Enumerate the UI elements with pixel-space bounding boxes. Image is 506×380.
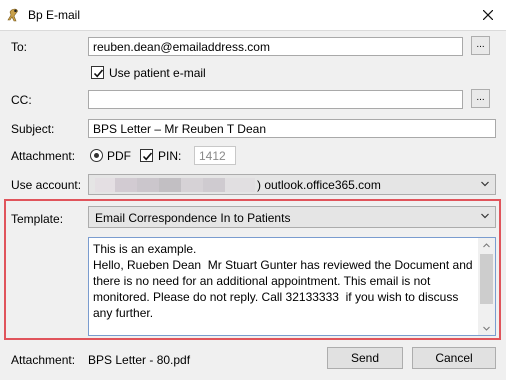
- cc-browse-button[interactable]: ...: [471, 89, 490, 108]
- template-label: Template:: [11, 212, 64, 226]
- pin-checkbox[interactable]: [140, 149, 153, 162]
- account-select[interactable]: ) outlook.office365.com: [88, 174, 496, 195]
- email-body-text: This is an example. Hello, Rueben Dean M…: [93, 242, 473, 320]
- chevron-down-icon: [481, 213, 489, 219]
- checkmark-icon: [93, 69, 104, 78]
- attachment-filename: BPS Letter - 80.pdf: [88, 353, 191, 367]
- to-browse-button[interactable]: ...: [471, 36, 490, 55]
- send-button[interactable]: Send: [327, 347, 403, 369]
- pin-label: PIN:: [158, 149, 182, 163]
- scroll-up-button[interactable]: [478, 238, 495, 252]
- attachment-label: Attachment:: [11, 149, 76, 163]
- cc-input[interactable]: [88, 90, 463, 109]
- redacted-account-name: [95, 178, 255, 192]
- bp-app-icon: [6, 7, 22, 23]
- scroll-down-button[interactable]: [478, 321, 495, 335]
- cancel-button[interactable]: Cancel: [412, 347, 496, 369]
- to-input[interactable]: reuben.dean@emailaddress.com: [88, 37, 463, 56]
- pdf-label: PDF: [107, 149, 131, 163]
- use-account-label: Use account:: [11, 178, 82, 192]
- chevron-down-icon: [483, 326, 490, 331]
- attachment-bottom-label: Attachment:: [11, 353, 76, 367]
- use-patient-email-label: Use patient e-mail: [109, 66, 206, 80]
- pin-input[interactable]: 1412: [194, 146, 236, 165]
- body-scrollbar[interactable]: [478, 238, 495, 335]
- close-button[interactable]: [470, 0, 506, 30]
- subject-input[interactable]: BPS Letter – Mr Reuben T Dean: [88, 119, 496, 138]
- account-value: ) outlook.office365.com: [257, 178, 381, 192]
- title-bar: Bp E-mail: [0, 0, 506, 31]
- chevron-down-icon: [481, 181, 489, 187]
- use-patient-email-checkbox[interactable]: [91, 66, 104, 79]
- chevron-up-icon: [483, 243, 490, 248]
- subject-label: Subject:: [11, 122, 55, 136]
- email-body-textarea[interactable]: This is an example. Hello, Rueben Dean M…: [88, 237, 496, 336]
- checkmark-icon: [142, 152, 153, 161]
- pdf-radio[interactable]: [90, 149, 103, 162]
- close-icon: [483, 10, 493, 20]
- cc-label: CC:: [11, 93, 32, 107]
- template-select[interactable]: Email Correspondence In to Patients: [88, 206, 496, 228]
- template-value: Email Correspondence In to Patients: [95, 211, 291, 225]
- scroll-thumb[interactable]: [480, 254, 493, 304]
- window-title: Bp E-mail: [28, 8, 81, 22]
- to-label: To:: [11, 40, 28, 54]
